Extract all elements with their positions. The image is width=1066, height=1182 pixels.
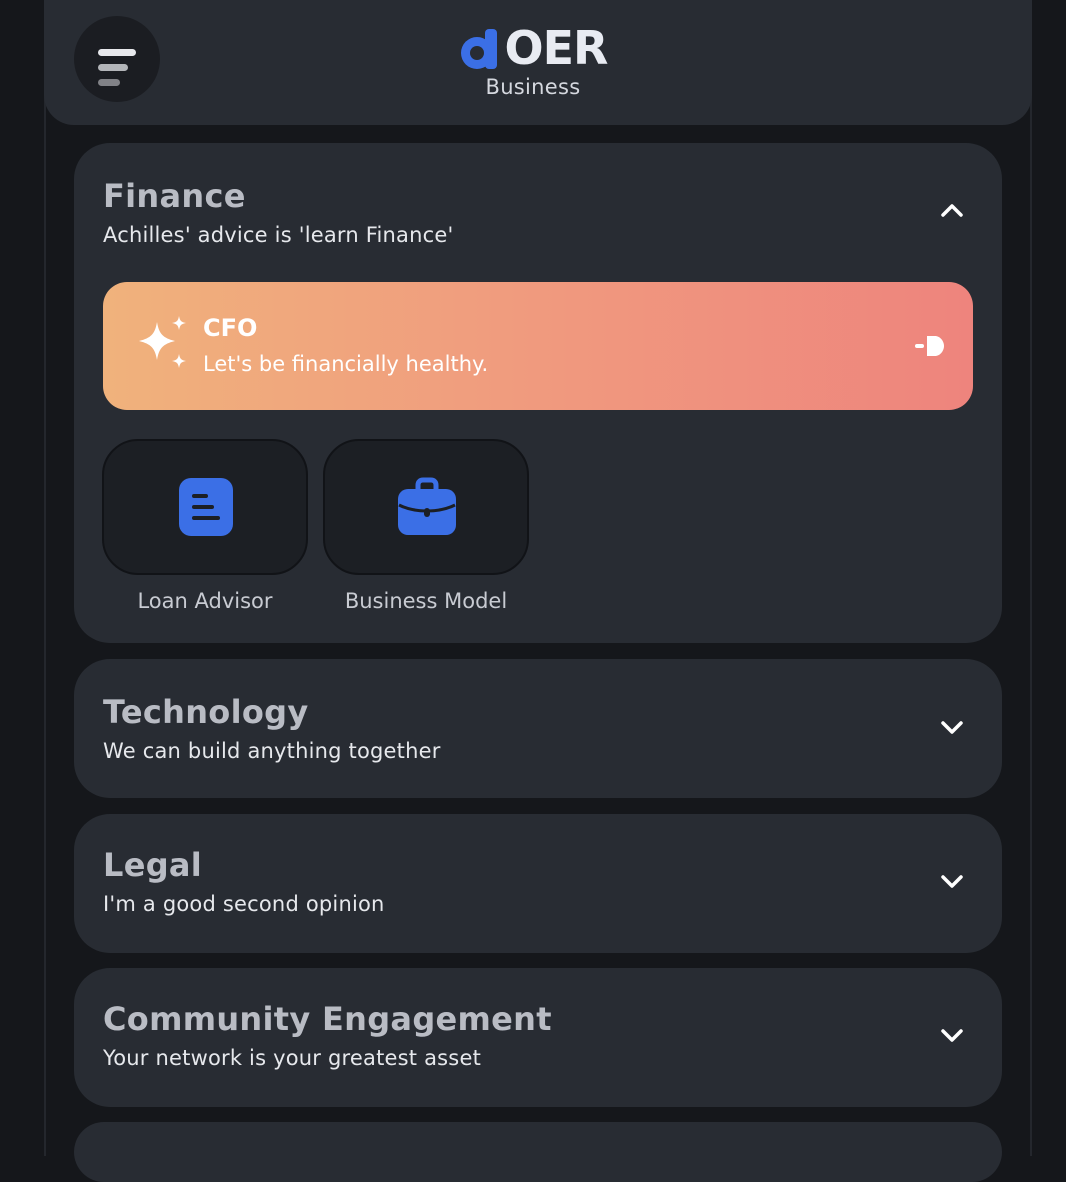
section-next-partial[interactable] bbox=[74, 1122, 1002, 1182]
cfo-title: CFO bbox=[203, 314, 258, 342]
tool-tile-loan-advisor[interactable] bbox=[102, 439, 308, 575]
section-subtitle: Your network is your greatest asset bbox=[103, 1046, 482, 1070]
logo-subtitle: Business bbox=[485, 75, 581, 99]
chevron-down-icon[interactable] bbox=[938, 1021, 966, 1049]
tool-label: Loan Advisor bbox=[137, 589, 273, 613]
section-subtitle: Achilles' advice is 'learn Finance' bbox=[103, 223, 454, 247]
app-logo: OER Business bbox=[0, 22, 1066, 99]
chevron-down-icon[interactable] bbox=[938, 867, 966, 895]
section-title: Technology bbox=[103, 693, 309, 731]
tool-tile-business-model[interactable] bbox=[323, 439, 529, 575]
logo-text: OER bbox=[504, 21, 609, 75]
section-finance: Finance Achilles' advice is 'learn Finan… bbox=[74, 143, 1002, 643]
section-title: Legal bbox=[103, 846, 203, 884]
briefcase-icon bbox=[398, 477, 456, 535]
sparkles-icon bbox=[139, 316, 186, 368]
cfo-card[interactable]: CFO Let's be financially healthy. bbox=[103, 282, 973, 410]
section-community-engagement[interactable]: Community Engagement Your network is you… bbox=[74, 968, 1002, 1107]
document-icon bbox=[179, 478, 233, 536]
tool-label: Business Model bbox=[344, 589, 508, 613]
section-subtitle: I'm a good second opinion bbox=[103, 892, 385, 916]
cfo-subtitle: Let's be financially healthy. bbox=[203, 352, 489, 376]
section-subtitle: We can build anything together bbox=[103, 739, 441, 763]
chevron-up-icon[interactable] bbox=[938, 197, 966, 225]
section-legal[interactable]: Legal I'm a good second opinion bbox=[74, 814, 1002, 953]
section-title: Finance bbox=[103, 177, 246, 215]
section-title: Community Engagement bbox=[103, 1000, 552, 1038]
arrow-right-icon bbox=[915, 336, 944, 356]
logo-d-mark bbox=[460, 29, 497, 69]
chevron-down-icon[interactable] bbox=[938, 713, 966, 741]
section-technology[interactable]: Technology We can build anything togethe… bbox=[74, 659, 1002, 798]
